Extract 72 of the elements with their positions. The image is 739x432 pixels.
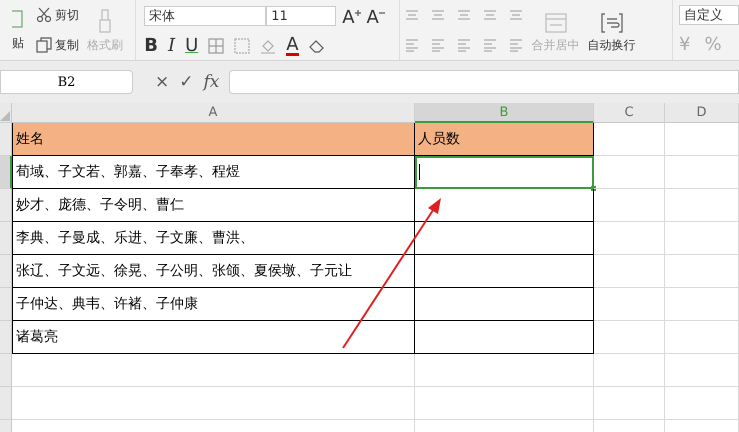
cell-style-icon[interactable] bbox=[234, 38, 250, 54]
column-header[interactable]: A bbox=[12, 103, 415, 123]
distributed-icon[interactable] bbox=[508, 38, 524, 52]
align-center-icon[interactable] bbox=[430, 38, 446, 52]
underline-button[interactable]: U bbox=[185, 36, 198, 56]
eraser-icon[interactable] bbox=[308, 38, 325, 54]
row-header[interactable] bbox=[0, 387, 12, 420]
grid-cell bbox=[594, 156, 665, 189]
column-header[interactable]: D bbox=[665, 103, 739, 123]
row-header[interactable] bbox=[0, 189, 12, 222]
table-cell: 张辽、子文远、徐晃、子公明、张颌、夏侯墩、子元让 bbox=[12, 255, 415, 288]
grid-cell bbox=[594, 189, 665, 222]
row-header[interactable] bbox=[0, 255, 12, 288]
grid-cell bbox=[594, 222, 665, 255]
wrap-text-icon[interactable] bbox=[600, 13, 623, 33]
table-cell: 李典、子曼成、乐进、子文廉、曹洪、 bbox=[12, 222, 415, 255]
row-header[interactable] bbox=[0, 321, 12, 354]
font-name-dropdown[interactable]: 宋体 bbox=[144, 6, 266, 26]
scissors-icon[interactable] bbox=[36, 7, 52, 23]
grid-cell bbox=[594, 123, 665, 156]
increase-font-button[interactable]: A bbox=[342, 4, 361, 28]
merge-cells-icon[interactable] bbox=[544, 13, 567, 33]
font-color-button[interactable]: A bbox=[286, 36, 299, 56]
column-header[interactable]: C bbox=[594, 103, 665, 123]
borders-icon[interactable] bbox=[208, 38, 224, 54]
align-top-icon[interactable] bbox=[404, 8, 420, 22]
row-header[interactable] bbox=[0, 354, 12, 387]
minus-icon[interactable] bbox=[378, 10, 385, 16]
row-header[interactable] bbox=[0, 123, 12, 156]
formula-input[interactable] bbox=[229, 70, 739, 94]
table-cell: 子仲达、典韦、许褚、子仲康 bbox=[12, 288, 415, 321]
align-bottom-icon[interactable] bbox=[456, 8, 472, 22]
fill-handle[interactable] bbox=[591, 186, 596, 191]
decrease-font-button[interactable]: A bbox=[366, 4, 385, 28]
italic-button[interactable]: I bbox=[168, 36, 176, 56]
paste-button[interactable]: 贴 bbox=[10, 33, 26, 54]
justify-icon[interactable] bbox=[482, 38, 498, 52]
grid-cell bbox=[594, 354, 665, 387]
grid-cell bbox=[594, 321, 665, 354]
increase-indent-icon[interactable] bbox=[508, 8, 524, 22]
row-header[interactable] bbox=[0, 288, 12, 321]
corner-header[interactable] bbox=[0, 103, 12, 123]
grid-cell bbox=[594, 387, 665, 420]
table-cell: 诸葛亮 bbox=[12, 321, 415, 354]
align-left-icon[interactable] bbox=[404, 38, 420, 52]
plus-icon[interactable] bbox=[354, 10, 361, 16]
grid-cell bbox=[594, 288, 665, 321]
align-right-icon[interactable] bbox=[456, 38, 472, 52]
row-header[interactable] bbox=[0, 156, 12, 189]
name-box[interactable]: B2 bbox=[0, 70, 133, 94]
copy-button[interactable]: 复制 bbox=[55, 36, 79, 54]
table-cell: 荀域、子文若、郭嘉、子奉孝、程煜 bbox=[12, 156, 415, 189]
wrap-text-button[interactable]: 自动换行 bbox=[588, 37, 636, 54]
fill-color-icon[interactable] bbox=[260, 38, 276, 54]
grid-cell bbox=[594, 255, 665, 288]
select-all-icon[interactable] bbox=[0, 111, 10, 121]
header-cell: 人员数 bbox=[415, 123, 594, 156]
align-middle-icon[interactable] bbox=[430, 8, 446, 22]
bold-button[interactable]: B bbox=[144, 36, 158, 56]
decrease-indent-icon[interactable] bbox=[482, 8, 498, 22]
font-size-dropdown[interactable]: 11 bbox=[266, 6, 336, 26]
table-cell: 妙才、庞德、子令明、曹仁 bbox=[12, 189, 415, 222]
text-cursor bbox=[419, 164, 420, 180]
confirm-button[interactable]: ✓ bbox=[179, 72, 194, 92]
number-format-dropdown[interactable]: 自定义 bbox=[679, 5, 739, 25]
paintbrush-icon[interactable] bbox=[98, 9, 112, 33]
cut-button[interactable]: 剪切 bbox=[55, 6, 79, 24]
cancel-button[interactable]: × bbox=[155, 72, 170, 92]
insert-function-button[interactable]: fx bbox=[204, 72, 220, 92]
header-cell: 姓名 bbox=[12, 123, 415, 156]
row-header[interactable] bbox=[0, 222, 12, 255]
copy-icon[interactable] bbox=[36, 37, 52, 53]
